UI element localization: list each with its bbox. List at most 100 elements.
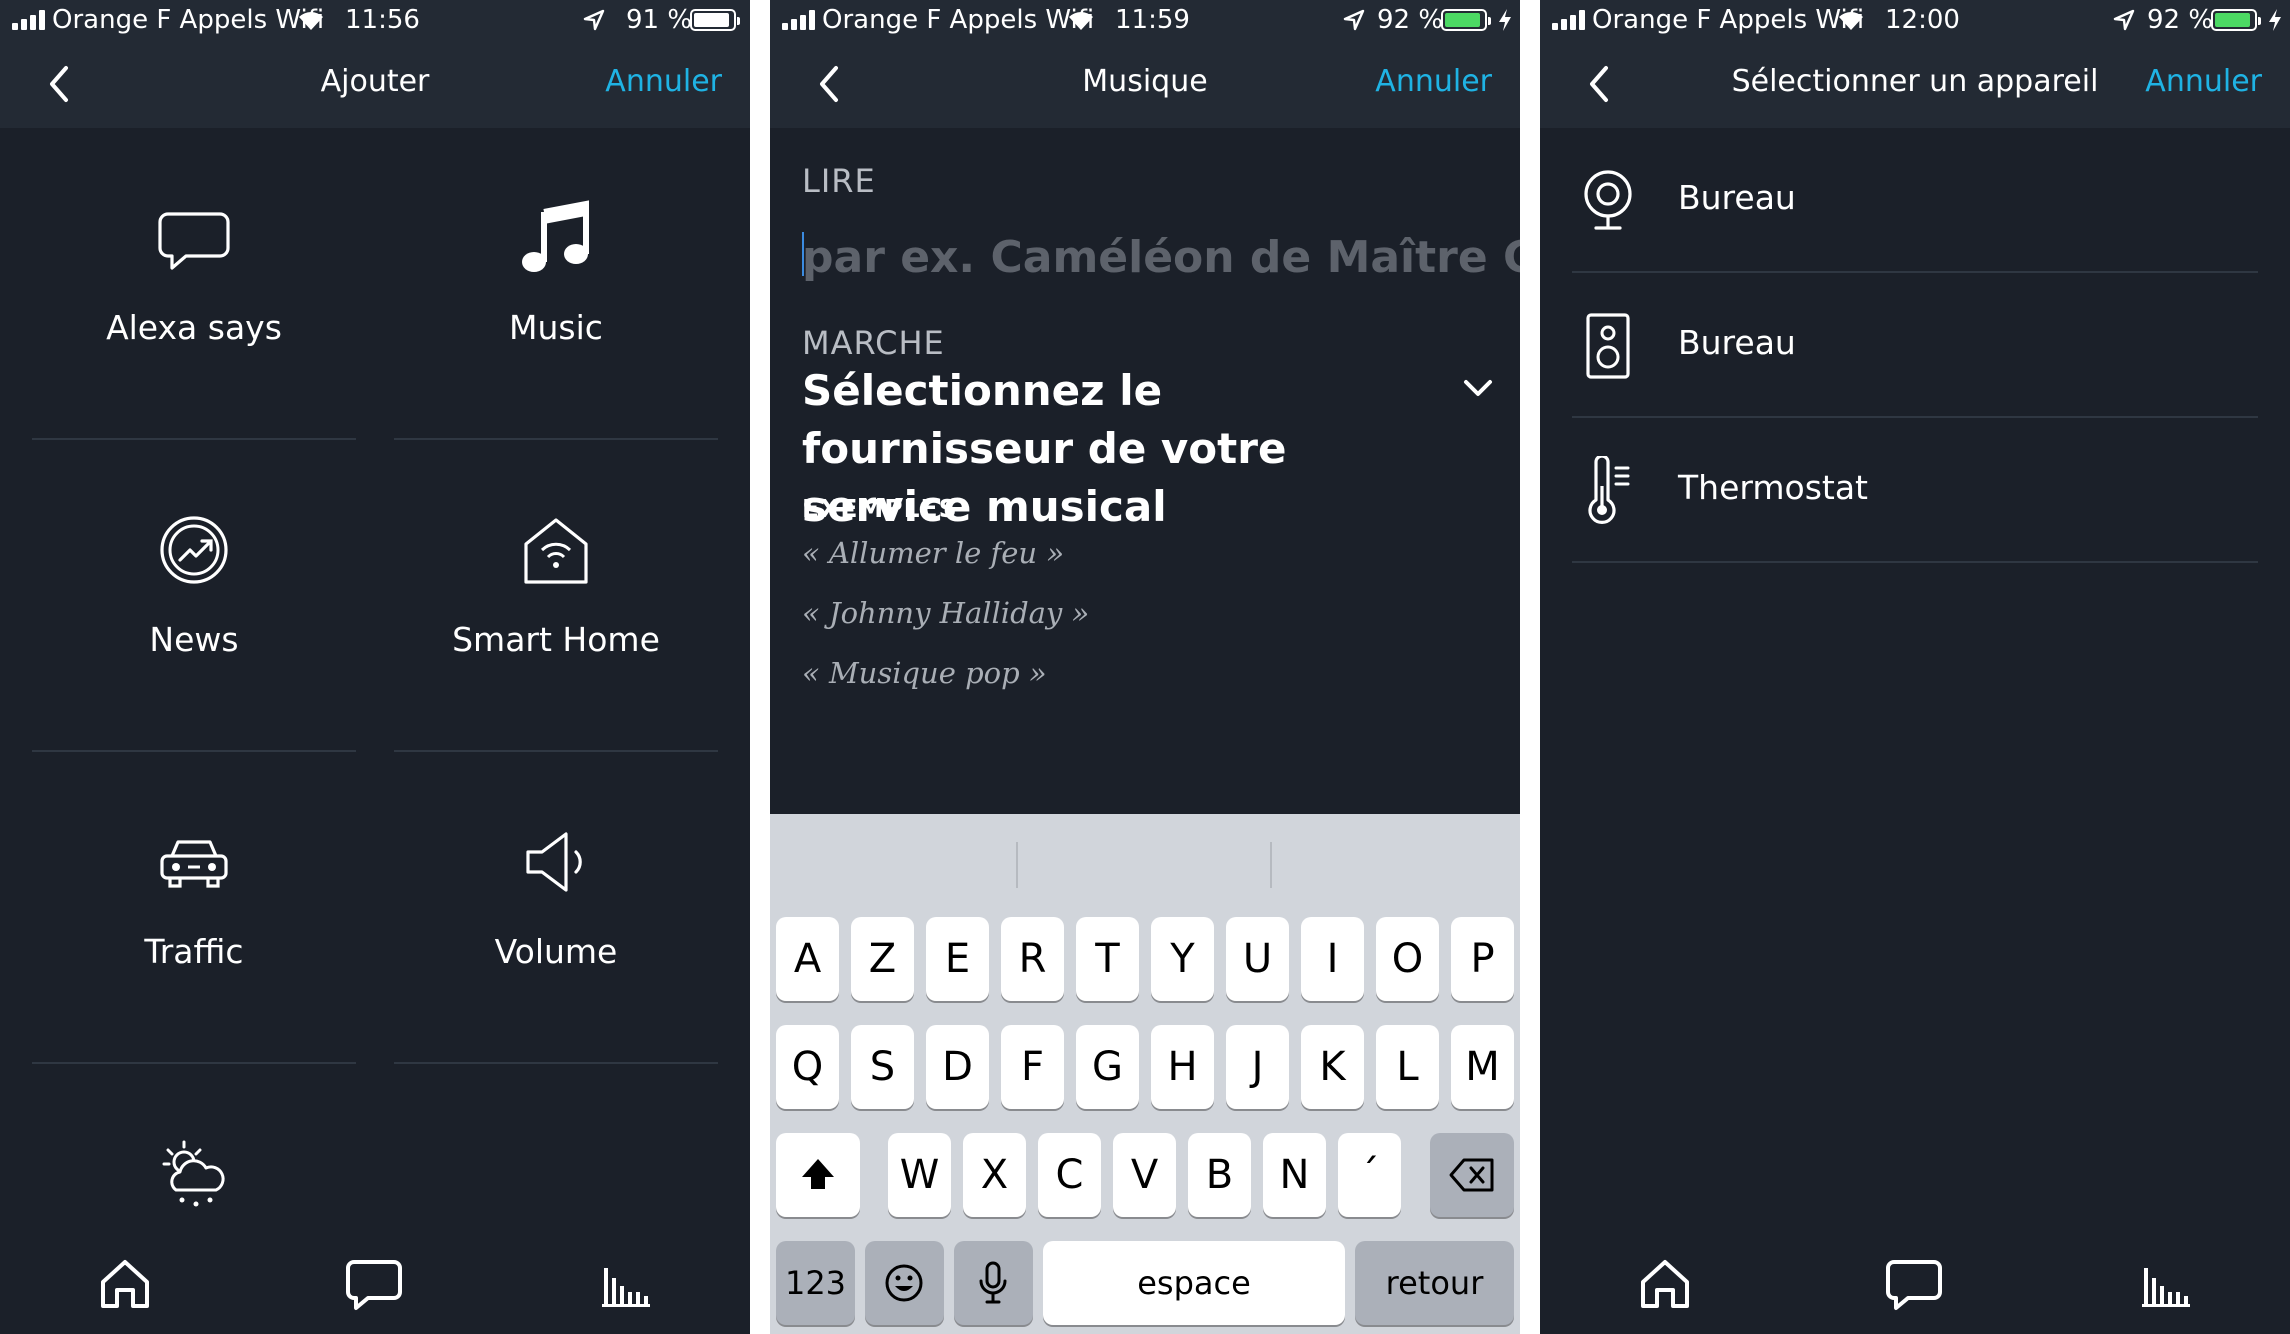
activity-icon[interactable] — [2136, 1254, 2196, 1314]
battery-icon — [1441, 9, 1491, 31]
key-z[interactable]: Z — [851, 917, 914, 1001]
emoji-key[interactable] — [865, 1241, 944, 1325]
wifi-icon — [1069, 12, 1093, 31]
nav-bar: Ajouter Annuler — [0, 40, 750, 128]
key-a[interactable]: A — [776, 917, 839, 1001]
play-input[interactable]: par ex. Caméléon de Maître G... — [802, 232, 1520, 283]
example-item: « Allumer le feu » — [802, 536, 1065, 570]
keyboard: A Z E R T Y U I O P Q S D F G H J K L M … — [770, 814, 1520, 1334]
car-icon — [160, 840, 228, 888]
prediction-divider — [1270, 842, 1272, 888]
key-u[interactable]: U — [1226, 917, 1289, 1001]
tile-traffic[interactable]: Traffic — [32, 752, 356, 1064]
key-o[interactable]: O — [1376, 917, 1439, 1001]
tile-label: Music — [509, 308, 603, 347]
carrier-name: Orange F Appels Wifi — [52, 5, 325, 35]
nav-bar: Sélectionner un appareil Annuler — [1540, 40, 2290, 128]
chat-icon[interactable] — [344, 1254, 404, 1314]
key-j[interactable]: J — [1226, 1025, 1289, 1109]
examples-title: EXEMPLES — [802, 494, 958, 523]
prediction-divider — [1016, 842, 1018, 888]
chevron-down-icon[interactable] — [1460, 376, 1496, 400]
key-y[interactable]: Y — [1151, 917, 1214, 1001]
device-item[interactable]: Thermostat — [1572, 418, 2258, 563]
shift-key[interactable] — [776, 1133, 860, 1217]
key-m[interactable]: M — [1451, 1025, 1514, 1109]
cancel-button[interactable]: Annuler — [1375, 64, 1492, 99]
home-icon[interactable] — [95, 1254, 155, 1314]
key-k[interactable]: K — [1301, 1025, 1364, 1109]
location-arrow-icon — [1343, 9, 1365, 31]
tile-label: News — [149, 620, 239, 659]
speaker-volume-icon — [526, 832, 582, 892]
key-d[interactable]: D — [926, 1025, 989, 1109]
key-p[interactable]: P — [1451, 917, 1514, 1001]
status-bar: Orange F Appels Wifi 11:59 92 % — [770, 0, 1520, 40]
tile-smart-home[interactable]: Smart Home — [394, 440, 718, 752]
cancel-button[interactable]: Annuler — [2145, 64, 2262, 99]
news-icon — [160, 516, 228, 584]
battery-icon — [690, 9, 740, 31]
numbers-key[interactable]: 123 — [776, 1241, 855, 1325]
device-item[interactable]: Bureau — [1572, 273, 2258, 418]
battery-percent: 92 % — [2147, 5, 2214, 35]
key-c[interactable]: C — [1038, 1133, 1101, 1217]
backspace-icon — [1449, 1158, 1494, 1192]
music-screen: Orange F Appels Wifi 11:59 92 % Musique … — [770, 0, 1520, 1334]
key-b[interactable]: B — [1188, 1133, 1251, 1217]
battery-fill — [694, 13, 729, 27]
key-s[interactable]: S — [851, 1025, 914, 1109]
cancel-button[interactable]: Annuler — [605, 64, 722, 99]
speaker-device-icon — [1586, 313, 1630, 379]
signal-icon — [782, 10, 818, 30]
carrier-name: Orange F Appels Wifi — [1592, 5, 1865, 35]
tile-music[interactable]: Music — [394, 128, 718, 440]
text-cursor — [802, 232, 804, 276]
key-l[interactable]: L — [1376, 1025, 1439, 1109]
tile-label: Traffic — [144, 932, 244, 971]
return-key[interactable]: retour — [1355, 1241, 1514, 1325]
tile-news[interactable]: News — [32, 440, 356, 752]
signal-icon — [12, 10, 48, 30]
key-h[interactable]: H — [1151, 1025, 1214, 1109]
example-item: « Musique pop » — [802, 656, 1047, 690]
activity-icon[interactable] — [596, 1254, 656, 1314]
battery-fill — [1445, 13, 1480, 27]
echo-spot-icon — [1584, 170, 1632, 230]
device-item[interactable]: Bureau — [1572, 128, 2258, 273]
tile-label: Alexa says — [106, 308, 282, 347]
key-f[interactable]: F — [1001, 1025, 1064, 1109]
divider — [394, 1062, 718, 1064]
key-r[interactable]: R — [1001, 917, 1064, 1001]
key-g[interactable]: G — [1076, 1025, 1139, 1109]
tile-alexa-says[interactable]: Alexa says — [32, 128, 356, 440]
key-w[interactable]: W — [888, 1133, 951, 1217]
device-name: Bureau — [1678, 323, 1796, 362]
battery-icon — [2211, 9, 2261, 31]
home-icon[interactable] — [1635, 1254, 1695, 1314]
key-e[interactable]: E — [926, 917, 989, 1001]
tile-label: Volume — [494, 932, 618, 971]
key-i[interactable]: I — [1301, 917, 1364, 1001]
battery-percent: 92 % — [1377, 5, 1444, 35]
tab-bar — [1540, 1234, 2290, 1334]
microphone-key[interactable] — [954, 1241, 1033, 1325]
tile-volume[interactable]: Volume — [394, 752, 718, 1064]
key-t[interactable]: T — [1076, 917, 1139, 1001]
key-n[interactable]: N — [1263, 1133, 1326, 1217]
chat-icon[interactable] — [1884, 1254, 1944, 1314]
thermometer-icon — [1588, 456, 1630, 524]
key-accent[interactable]: ´ — [1338, 1133, 1401, 1217]
wifi-icon — [299, 12, 323, 31]
key-x[interactable]: X — [963, 1133, 1026, 1217]
on-label: MARCHE — [802, 324, 945, 362]
key-v[interactable]: V — [1113, 1133, 1176, 1217]
smart-home-icon — [524, 518, 588, 584]
delete-key[interactable] — [1430, 1133, 1514, 1217]
charging-bolt-icon — [2269, 9, 2281, 31]
space-key[interactable]: espace — [1043, 1241, 1345, 1325]
emoji-icon — [885, 1264, 923, 1302]
battery-percent: 91 % — [626, 5, 693, 35]
key-q[interactable]: Q — [776, 1025, 839, 1109]
example-item: « Johnny Halliday » — [802, 596, 1090, 630]
